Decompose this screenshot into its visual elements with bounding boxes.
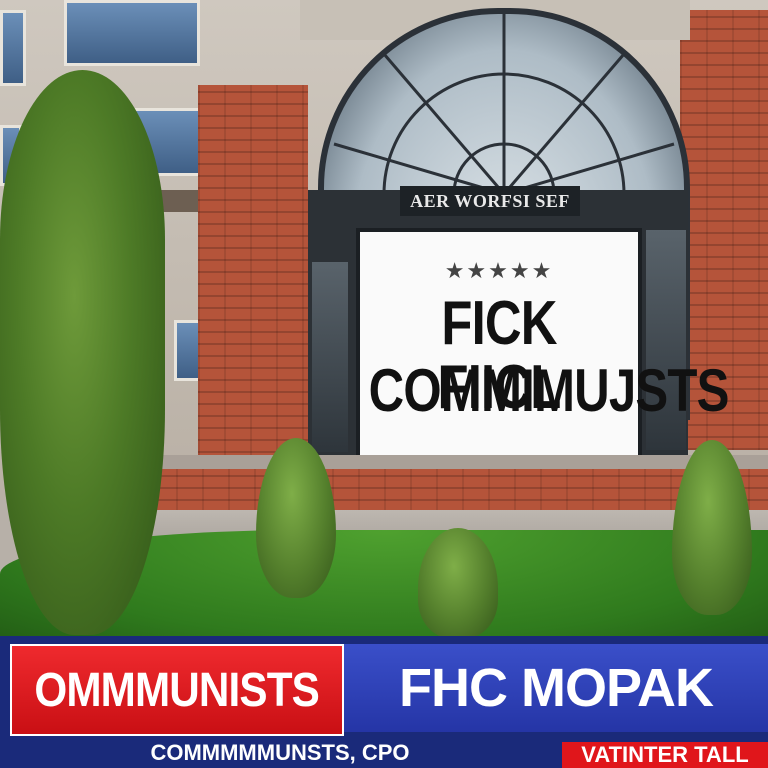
lower-third-ticker: COMMMMMUNSTS, CPO: [0, 738, 560, 768]
billboard-stars: ★★★★★: [444, 258, 554, 283]
window: [0, 10, 26, 86]
lower-third-tag: VATINTER TALL: [562, 742, 768, 768]
billboard: ★★★★★ FICK FIICL COMMIMUJSTS: [356, 228, 730, 462]
tag-text: VATINTER TALL: [581, 742, 749, 767]
brick-column-left: [198, 85, 308, 465]
lower-third-right-banner: FHC MOPAK: [344, 644, 768, 732]
window: [64, 0, 200, 66]
arch-sign-text: AER WORFSI SEF: [410, 190, 570, 211]
left-banner-text: OMMMUNISTS: [34, 663, 320, 717]
shrub: [418, 528, 498, 638]
billboard-line-2: COMMIMUJSTS: [368, 357, 730, 424]
lower-third-left-banner: OMMMUNISTS: [10, 644, 344, 736]
evergreen-tree: [0, 70, 165, 635]
wall-cap: [150, 455, 768, 469]
arch-sign: AER WORFSI SEF: [400, 186, 580, 216]
right-banner-text: FHC MOPAK: [399, 658, 714, 718]
ticker-text: COMMMMMUNSTS, CPO: [150, 740, 410, 765]
side-glass-left: [312, 262, 348, 452]
